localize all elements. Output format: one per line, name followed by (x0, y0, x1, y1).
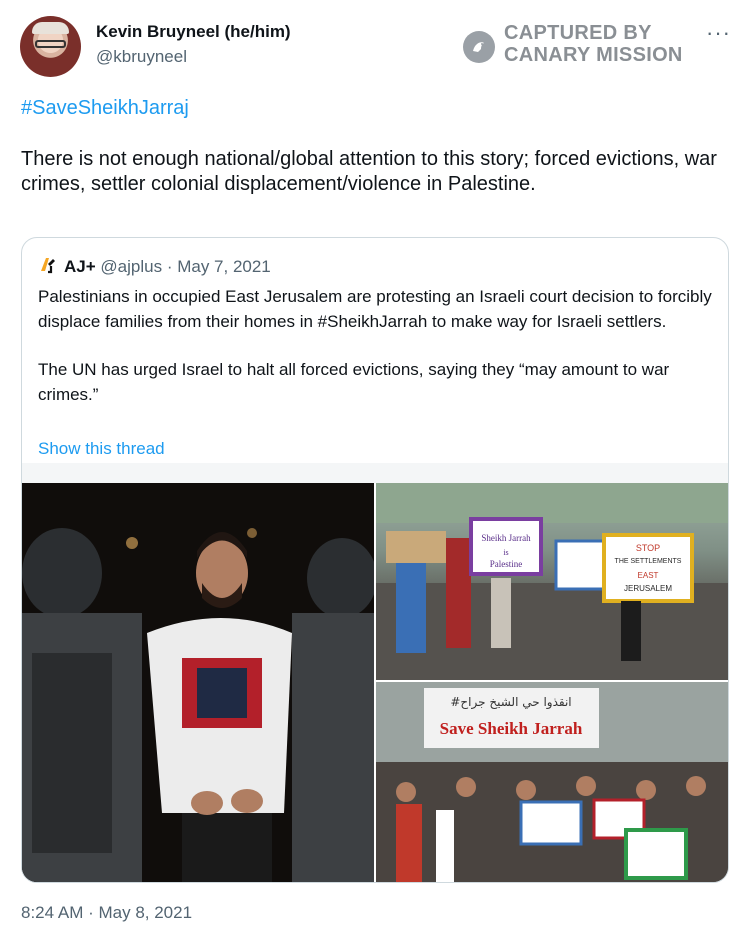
sign-text-1c: Palestine (490, 559, 523, 569)
watermark-line1: CAPTURED BY (504, 22, 652, 44)
sign-text-2a: STOP (636, 543, 660, 553)
ajplus-logo-icon (41, 258, 55, 274)
quoted-tweet-header: AJ+ @ajplus · May 7, 2021 (38, 255, 271, 277)
protest-signs-illustration: Sheikh Jarrah is Palestine STOP THE SETT… (376, 483, 728, 680)
quoted-tweet-card[interactable]: AJ+ @ajplus · May 7, 2021 Palestinians i… (21, 237, 729, 883)
quoted-paragraph-1: Palestinians in occupied East Jerusalem … (38, 287, 712, 331)
sign-text-2b: THE SETTLEMENTS (615, 558, 682, 565)
show-thread-link[interactable]: Show this thread (38, 439, 165, 459)
photo-save-sheikh-jarrah-banner[interactable]: #انقذوا حي الشيخ جراح Save Sheikh Jarrah (376, 682, 728, 882)
arrest-photo-illustration (22, 483, 374, 882)
photo-protest-signs[interactable]: Sheikh Jarrah is Palestine STOP THE SETT… (376, 483, 728, 680)
banner-protest-illustration: #انقذوا حي الشيخ جراح Save Sheikh Jarrah (376, 682, 728, 882)
tweet-hashtag-link[interactable]: #SaveSheikhJarraj (21, 97, 189, 120)
quoted-author-name[interactable]: AJ+ (64, 257, 96, 276)
quoted-paragraph-2: The UN has urged Israel to halt all forc… (38, 360, 670, 404)
sign-text-1b: is (503, 548, 508, 557)
sign-text-2c: EAST (638, 571, 659, 580)
tweet-header: Kevin Bruyneel (he/him) @kbruyneel CAPTU… (20, 16, 730, 80)
author-avatar[interactable] (20, 16, 81, 77)
media-separator (22, 463, 728, 483)
avatar-glasses (35, 40, 66, 48)
quoted-separator: · (162, 257, 178, 276)
tweet-timestamp[interactable]: 8:24 AM · May 8, 2021 (21, 903, 192, 923)
canary-bird-icon (463, 31, 495, 63)
banner-english: Save Sheikh Jarrah (440, 719, 583, 738)
more-options-button[interactable]: ··· (706, 20, 731, 46)
tweet-text: There is not enough national/global atte… (21, 148, 717, 195)
quoted-date[interactable]: May 7, 2021 (177, 257, 271, 276)
author-name[interactable]: Kevin Bruyneel (he/him) (96, 22, 291, 42)
watermark-text: CAPTURED BY CANARY MISSION (504, 22, 683, 66)
author-handle[interactable]: @kbruyneel (96, 47, 187, 67)
sign-text-2d: JERUSALEM (624, 584, 672, 593)
sign-text-1a: Sheikh Jarrah (481, 533, 531, 543)
canary-mission-watermark: CAPTURED BY CANARY MISSION (463, 22, 693, 66)
watermark-line2: CANARY MISSION (504, 44, 683, 66)
avatar-hair (32, 22, 69, 34)
quoted-author-handle[interactable]: @ajplus (100, 257, 162, 276)
photo-arrest[interactable] (22, 483, 374, 882)
quoted-tweet-text: Palestinians in occupied East Jerusalem … (38, 285, 728, 407)
banner-arabic: #انقذوا حي الشيخ جراح (450, 695, 571, 710)
